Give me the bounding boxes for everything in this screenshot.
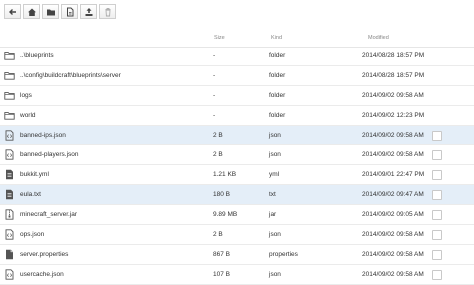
generic-file-icon	[4, 249, 15, 260]
file-size: -	[213, 71, 216, 79]
text-file-icon	[4, 169, 15, 180]
file-modified: 2014/09/01 22:47 PM	[362, 171, 425, 179]
folder-icon	[46, 9, 55, 15]
file-kind: folder	[269, 52, 286, 59]
code-file-icon	[4, 129, 15, 141]
file-name[interactable]: minecraft_server.jar	[20, 211, 77, 218]
file-kind: folder	[269, 71, 286, 79]
delete-button[interactable]	[99, 4, 116, 19]
select-checkbox[interactable]	[432, 210, 442, 221]
file-name[interactable]: ops.json	[20, 231, 44, 238]
modified-column-header[interactable]: Modified	[368, 35, 389, 41]
folder-icon	[4, 70, 15, 81]
file-list: ..\blueprints - folder 2014/08/28 18:57 PM.…	[0, 46, 474, 285]
folder-icon	[4, 110, 15, 121]
file-row[interactable]: bukkit.yml 1.21 KB yml 2014/09/01 22:47 PM	[0, 165, 474, 186]
file-size: 2 B	[213, 151, 223, 159]
file-name[interactable]: banned-players.json	[20, 151, 79, 158]
file-row[interactable]: ..\blueprints - folder 2014/08/28 18:57 PM	[0, 46, 474, 66]
file-size: 867 B	[213, 250, 230, 258]
code-file-icon	[4, 269, 15, 280]
file-name[interactable]: ..\blueprints	[20, 52, 54, 59]
file-modified: 2014/08/28 18:57 PM	[362, 71, 425, 79]
file-kind: folder	[269, 111, 286, 119]
new-folder-button[interactable]	[42, 4, 59, 19]
size-column-header[interactable]: Size	[214, 35, 225, 41]
file-modified: 2014/09/02 09:58 AM	[362, 131, 424, 139]
trash-icon	[105, 7, 110, 16]
back-button[interactable]	[4, 4, 21, 19]
file-kind: folder	[269, 91, 286, 99]
file-row[interactable]: minecraft_server.jar 9.89 MB jar 2014/09/02…	[0, 205, 474, 226]
file-modified: 2014/09/02 09:05 AM	[362, 211, 424, 219]
file-row[interactable]: logs - folder 2014/09/02 09:58 AM	[0, 86, 474, 106]
new-file-button[interactable]	[61, 4, 78, 19]
toolbar	[4, 4, 118, 19]
file-row[interactable]: banned-ips.json 2 B json 2014/09/02 09:58 A…	[0, 125, 474, 146]
file-size: -	[213, 111, 216, 119]
file-modified: 2014/09/02 09:58 AM	[362, 151, 424, 159]
file-kind: json	[269, 151, 281, 159]
file-name[interactable]: eula.txt	[20, 191, 41, 198]
file-modified: 2014/08/28 18:57 PM	[362, 52, 425, 59]
file-size: 2 B	[213, 131, 223, 139]
file-kind: properties	[269, 250, 298, 258]
code-file-icon	[4, 149, 15, 161]
upload-icon	[85, 7, 92, 16]
file-kind: json	[269, 231, 281, 239]
select-checkbox[interactable]	[432, 150, 442, 161]
file-size: 2 B	[213, 231, 223, 239]
file-name[interactable]: bukkit.yml	[20, 171, 49, 178]
file-modified: 2014/09/02 09:58 AM	[362, 231, 424, 239]
select-checkbox[interactable]	[432, 190, 442, 201]
home-icon	[27, 8, 36, 16]
select-checkbox[interactable]	[432, 249, 442, 260]
file-modified: 2014/09/02 12:23 PM	[362, 111, 425, 119]
file-name[interactable]: ..\config\buildcraft\blueprints\server	[20, 72, 121, 79]
select-checkbox[interactable]	[432, 269, 442, 280]
upload-button[interactable]	[80, 4, 97, 19]
file-row[interactable]: ops.json 2 B json 2014/09/02 09:58 AM	[0, 225, 474, 245]
new-file-icon	[66, 7, 73, 16]
file-kind: json	[269, 131, 281, 139]
back-arrow-icon	[8, 8, 16, 15]
select-checkbox[interactable]	[432, 170, 442, 181]
home-button[interactable]	[23, 4, 40, 19]
file-size: -	[213, 91, 216, 99]
file-name[interactable]: world	[20, 112, 36, 119]
select-checkbox[interactable]	[432, 130, 442, 141]
file-row[interactable]: ..\config\buildcraft\blueprints\server - f…	[0, 66, 474, 86]
file-name[interactable]: banned-ips.json	[20, 132, 66, 139]
file-name[interactable]: logs	[20, 92, 32, 99]
file-row[interactable]: usercache.json 107 Bjson 2014/09/02 09:58 …	[0, 265, 474, 285]
file-size: -	[213, 52, 216, 59]
kind-column-header[interactable]: Kind	[271, 35, 282, 41]
file-row[interactable]: world - folder 2014/09/02 12:23 PM	[0, 106, 474, 126]
file-kind: jar	[269, 211, 277, 219]
file-modified: 2014/09/02 09:47 AM	[362, 191, 424, 199]
file-size: 180 B	[213, 191, 230, 199]
code-file-icon	[4, 229, 15, 240]
archive-file-icon	[4, 209, 15, 220]
text-file-icon	[4, 189, 15, 200]
folder-icon	[4, 90, 15, 101]
file-modified: 2014/09/02 09:58 AM	[362, 250, 424, 258]
file-row[interactable]: banned-players.json 2 B json 2014/09/02 09:…	[0, 145, 474, 166]
file-name[interactable]: server.properties	[20, 251, 68, 258]
file-kind: txt	[269, 191, 276, 199]
select-checkbox[interactable]	[432, 230, 442, 241]
folder-icon	[4, 50, 15, 61]
file-row[interactable]: server.properties 867 B properties 2014/09/…	[0, 245, 474, 265]
file-size: 9.89 MB	[213, 211, 238, 219]
file-row[interactable]: eula.txt 180 B txt 2014/09/02 09:47 AM	[0, 185, 474, 206]
file-modified: 2014/09/02 09:58 AM	[362, 91, 424, 99]
file-size: 1.21 KB	[213, 171, 237, 179]
file-kind: yml	[269, 171, 280, 179]
